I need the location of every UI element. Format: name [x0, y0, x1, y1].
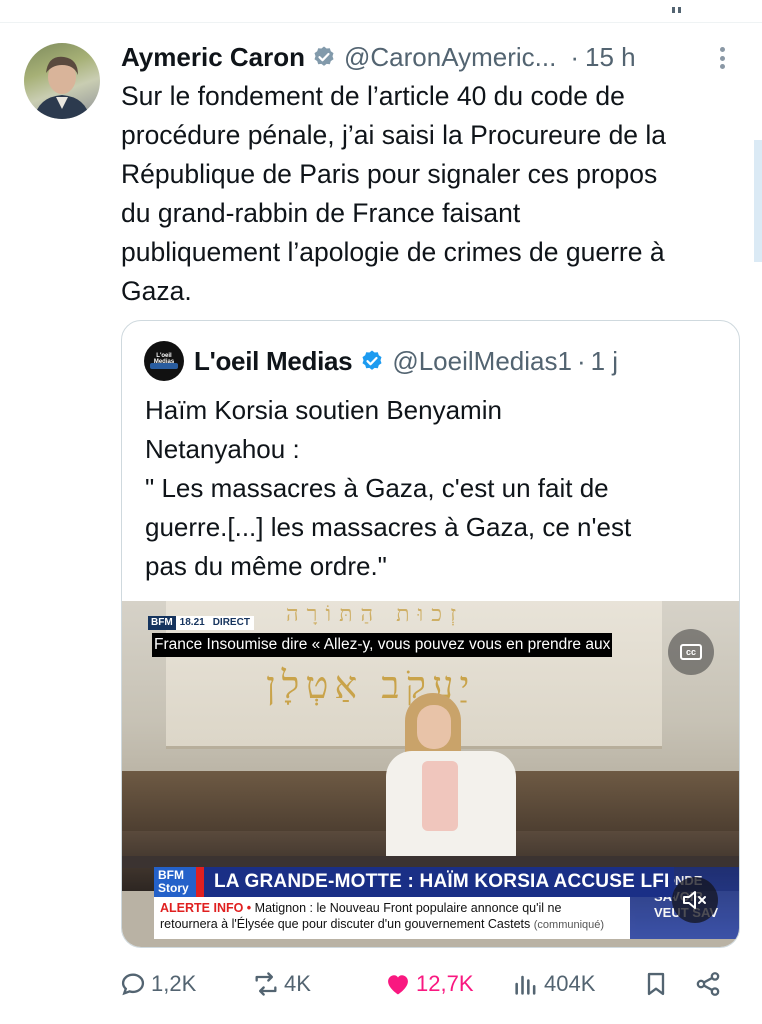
ticker-text-1: Matignon : le Nouveau Front populaire an… — [251, 901, 562, 915]
quoted-avatar-stripe — [150, 363, 178, 369]
banner-accent — [196, 867, 204, 897]
quoted-text-line: pas du même ordre." — [145, 551, 387, 581]
presenter-face — [417, 705, 451, 749]
quoted-tweet-card[interactable]: L'oeil Medias L'oeil Medias @LoeilMedias… — [121, 320, 740, 948]
tweet-text-line: du grand-rabbin de France faisant — [121, 198, 521, 228]
quoted-text-line: guerre.[...] les massacres à Gaza, ce n'… — [145, 512, 632, 542]
author-name[interactable]: Aymeric Caron — [121, 42, 305, 73]
quoted-text-line: Haïm Korsia soutien Benyamin — [145, 395, 502, 425]
ticker-line-2: retournera à l'Élysée que pour discuter … — [160, 917, 630, 931]
closed-captions-icon[interactable]: cc — [668, 629, 714, 675]
repost-icon — [255, 972, 277, 996]
dot-separator: · — [576, 345, 586, 376]
tweet-text-line: Sur le fondement de l’article 40 du code… — [121, 81, 625, 111]
tweet-actions-bar: 1,2K 4K 12,7K 404K — [0, 958, 762, 1010]
ticker-note: (communiqué) — [533, 919, 605, 931]
banner-headline: LA GRANDE-MOTTE : HAÏM KORSIA ACCUSE LFI — [214, 871, 670, 892]
views-icon — [515, 975, 536, 995]
speaker-muted-icon — [683, 891, 706, 909]
reply-button[interactable]: 1,2K — [119, 958, 196, 1010]
repost-count: 4K — [284, 971, 311, 996]
quoted-tweet-time[interactable]: 1 j — [591, 346, 618, 377]
tweet-time[interactable]: 15 h — [585, 42, 636, 73]
quoted-author-avatar[interactable]: L'oeil Medias — [144, 341, 184, 381]
quoted-text-line: Netanyahou : — [145, 434, 300, 464]
views-count: 404K — [544, 971, 596, 996]
broadcast-time: 18.21 — [175, 616, 209, 630]
quoted-author-handle[interactable]: @LoeilMedias1 — [392, 346, 572, 377]
reply-count: 1,2K — [151, 971, 197, 996]
repost-button[interactable]: 4K — [252, 958, 311, 1010]
share-button[interactable] — [694, 958, 726, 1010]
avatar-photo — [34, 56, 90, 119]
share-icon — [696, 972, 720, 996]
news-ticker: ALERTE INFO • Matignon : le Nouveau Fron… — [154, 897, 630, 939]
reply-icon — [121, 973, 145, 996]
ticker-text-2: retournera à l'Élysée que pour discuter … — [160, 917, 531, 931]
tweet-text-line: République de Paris pour signaler ces pr… — [121, 159, 658, 189]
verified-badge-icon[interactable] — [312, 45, 336, 69]
heart-icon — [388, 975, 408, 995]
plaque-inscription-top: זְכוּת הַתּוֹרָה — [286, 602, 465, 627]
channel-bug: BFM 18.21 DIRECT — [148, 616, 254, 630]
views-button[interactable]: 404K — [512, 958, 595, 1010]
quoted-tweet-text: Haïm Korsia soutien Benyamin Netanyahou … — [145, 391, 725, 586]
top-divider — [0, 22, 762, 23]
like-button[interactable]: 12,7K — [384, 958, 474, 1010]
ticker-alert-label: ALERTE INFO • — [160, 901, 252, 915]
bookmark-button[interactable] — [642, 958, 674, 1010]
dot-separator: · — [570, 41, 579, 72]
quoted-author-name[interactable]: L'oeil Medias — [194, 346, 353, 377]
verified-badge-icon[interactable] — [360, 349, 384, 373]
author-avatar[interactable] — [24, 43, 100, 119]
presenter-top — [422, 761, 458, 831]
partial-views-icon — [672, 0, 686, 13]
mute-icon[interactable] — [672, 877, 718, 923]
tweet-text-line: Gaza. — [121, 276, 192, 306]
tweet-text-line: publiquement l’apologie de crimes de gue… — [121, 237, 665, 267]
cc-label: cc — [680, 644, 702, 660]
banner-logo: BFM Story — [154, 867, 196, 897]
tweet-text: Sur le fondement de l’article 40 du code… — [121, 77, 741, 311]
channel-logo: BFM — [148, 616, 176, 630]
bookmark-icon — [647, 972, 665, 996]
live-label: DIRECT — [208, 616, 254, 630]
like-count: 12,7K — [416, 971, 474, 996]
tweet-text-line: procédure pénale, j’ai saisi la Procureu… — [121, 120, 667, 150]
tweet-header: Aymeric Caron @CaronAymeric... · 15 h — [121, 40, 636, 74]
news-banner: BFM Story LA GRANDE-MOTTE : HAÏM KORSIA … — [154, 867, 674, 897]
quoted-tweet-header: L'oeil Medias @LoeilMedias1 · 1 j — [194, 343, 618, 379]
scroll-indicator[interactable] — [754, 140, 762, 262]
ticker-line-1: ALERTE INFO • Matignon : le Nouveau Fron… — [160, 901, 630, 915]
video-subtitle: France Insoumise dire « Allez-y, vous po… — [152, 633, 613, 657]
more-options-icon[interactable] — [712, 46, 732, 70]
quoted-text-line: " Les massacres à Gaza, c'est un fait de — [145, 473, 609, 503]
author-handle[interactable]: @CaronAymeric... — [344, 42, 556, 73]
video-player[interactable]: זְכוּת הַתּוֹרָה יַעֲקֹב אַטְלָן BFM 18.… — [122, 601, 739, 947]
